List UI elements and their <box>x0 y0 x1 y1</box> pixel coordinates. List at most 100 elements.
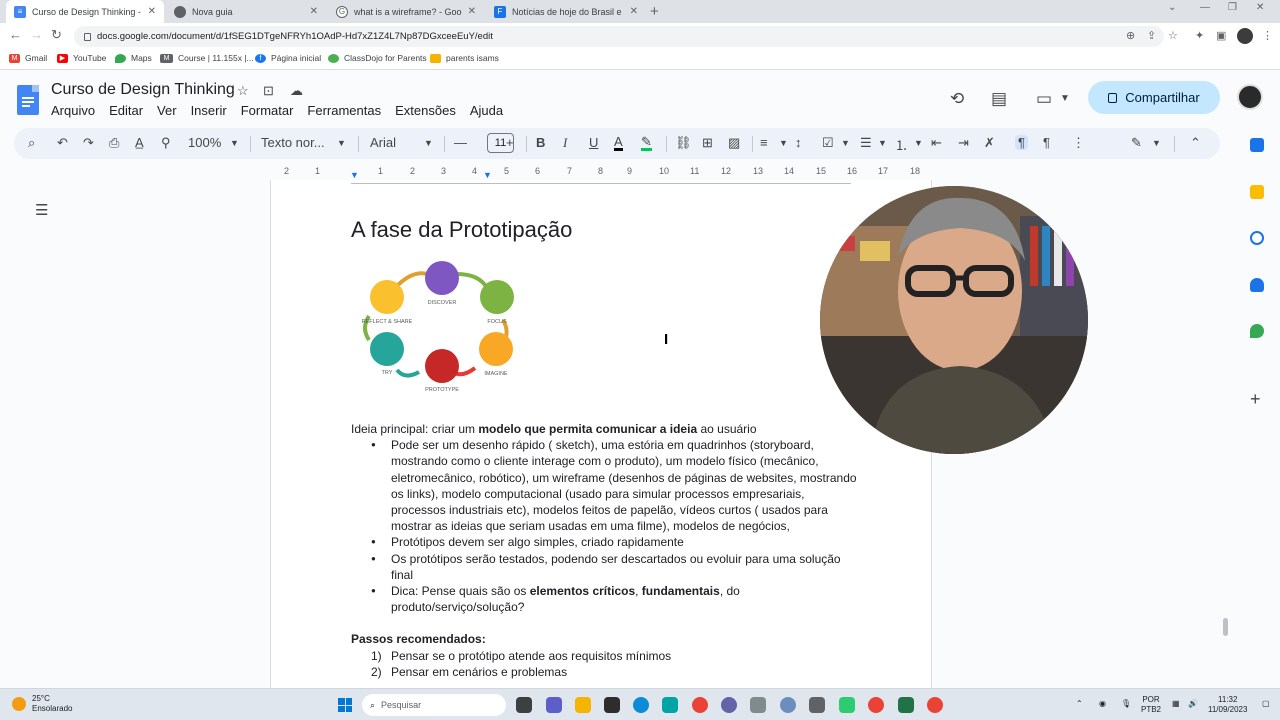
meet-icon[interactable]: ▭ <box>1036 89 1052 109</box>
close-icon[interactable]: ✕ <box>630 6 638 17</box>
document-body[interactable]: Ideia principal: criar um modelo que per… <box>351 421 861 680</box>
chevron-down-icon[interactable]: ▼ <box>914 138 923 148</box>
tasks-icon[interactable] <box>1250 231 1264 245</box>
keep-icon[interactable] <box>1250 185 1264 199</box>
share-button[interactable]: Compartilhar <box>1088 81 1220 114</box>
chrome-icon[interactable] <box>927 697 943 713</box>
weather-widget[interactable]: 25°C Ensolarado <box>12 694 72 714</box>
link-icon[interactable]: ⛓ <box>675 135 692 151</box>
task-view-icon[interactable] <box>516 697 532 713</box>
bulleted-list-icon[interactable]: ☰ <box>860 135 872 151</box>
excel-icon[interactable] <box>898 697 914 713</box>
increase-font-icon[interactable]: + <box>506 135 514 150</box>
design-thinking-cycle-image[interactable]: DISCOVER FOCUS IMAGINE PROTOTYPE TRY REF… <box>357 260 517 395</box>
left-indent-marker[interactable]: ▼ <box>350 170 359 180</box>
calendar-icon[interactable] <box>1250 138 1264 152</box>
zoom-select[interactable]: 100% <box>188 135 221 150</box>
chrome-icon[interactable] <box>692 697 708 713</box>
history-icon[interactable]: ⟲ <box>950 89 964 109</box>
arduino-icon[interactable] <box>662 697 678 713</box>
chevron-down-icon[interactable]: ▼ <box>841 138 850 148</box>
increase-indent-icon[interactable]: ⇥ <box>958 135 969 151</box>
r-icon[interactable] <box>780 697 796 713</box>
account-avatar[interactable] <box>1237 84 1263 110</box>
chevron-down-icon[interactable]: ▼ <box>230 138 239 148</box>
maps-icon[interactable] <box>1250 324 1264 338</box>
teams-chat-icon[interactable] <box>546 697 562 713</box>
volume-icon[interactable]: 🔊 <box>1188 699 1198 709</box>
notifications-icon[interactable]: ▢ <box>1262 699 1270 709</box>
chevron-down-icon[interactable]: ▼ <box>424 138 433 148</box>
restore-icon[interactable]: ❐ <box>1228 2 1237 13</box>
wifi-icon[interactable]: ▦ <box>1172 699 1180 709</box>
reload-icon[interactable]: ↻ <box>51 27 62 43</box>
app-icon[interactable] <box>839 697 855 713</box>
new-tab-icon[interactable]: + <box>650 3 659 20</box>
bookmark-parents-isams[interactable]: parents isams <box>430 53 499 63</box>
menu-ferramentas[interactable]: Ferramentas <box>307 103 381 118</box>
bold-icon[interactable]: B <box>536 135 545 150</box>
microphone-icon[interactable]: 🎙 <box>1121 699 1131 709</box>
horizontal-ruler[interactable]: 2 1 1 2 3 4 5 6 7 8 9 10 11 12 13 14 15 … <box>270 164 932 180</box>
tab-google-search[interactable]: G what is a wireframe? - Google Se ✕ <box>328 0 484 23</box>
menu-ajuda[interactable]: Ajuda <box>470 103 503 118</box>
more-options-icon[interactable]: ⋮ <box>1072 135 1085 151</box>
windows-start-icon[interactable] <box>338 698 352 712</box>
store-icon[interactable] <box>604 697 620 713</box>
chevron-down-icon[interactable]: ▼ <box>878 138 887 148</box>
star-icon[interactable]: ☆ <box>237 83 249 99</box>
close-icon[interactable]: ✕ <box>148 6 156 17</box>
numbered-list-icon[interactable]: ⒈ <box>895 135 908 154</box>
chevron-down-icon[interactable]: ⌄ <box>1168 2 1176 13</box>
taskbar-search[interactable]: ⌕ Pesquisar <box>362 694 506 716</box>
undo-icon[interactable]: ↶ <box>57 135 68 151</box>
sidebar-icon[interactable]: ▣ <box>1216 29 1226 42</box>
add-comment-icon[interactable]: ⊞ <box>702 135 713 151</box>
settings-icon[interactable] <box>721 697 737 713</box>
underline-icon[interactable]: U <box>589 135 598 150</box>
paint-format-icon[interactable]: ⚲ <box>161 135 171 151</box>
comments-icon[interactable]: ▤ <box>991 89 1007 109</box>
text-color-icon[interactable]: A <box>614 135 623 151</box>
url-input[interactable]: docs.google.com/document/d/1fSEG1DTgeNFR… <box>74 26 1164 47</box>
extensions-icon[interactable]: ✦ <box>1195 29 1204 42</box>
hide-menus-icon[interactable]: ⌃ <box>1190 135 1201 151</box>
document-page[interactable]: A fase da Prototipação DISCOVER FOCUS IM… <box>270 180 932 688</box>
tab-news[interactable]: F Notícias de hoje do Brasil e do M ✕ <box>486 0 646 23</box>
right-indent-marker[interactable]: ▼ <box>483 170 492 180</box>
print-icon[interactable]: ⎙ <box>109 135 119 151</box>
menu-inserir[interactable]: Inserir <box>191 103 227 118</box>
menu-ver[interactable]: Ver <box>157 103 177 118</box>
bookmark-classdojo[interactable]: ClassDojo for Parents <box>328 53 427 63</box>
tab-docs[interactable]: ≡ Curso de Design Thinking - Doc ✕ <box>6 0 164 23</box>
decrease-indent-icon[interactable]: ⇤ <box>931 135 942 151</box>
docs-logo-icon[interactable] <box>17 85 39 115</box>
editing-mode-icon[interactable]: ✎ <box>1131 135 1142 151</box>
share-page-icon[interactable]: ⇪ <box>1147 29 1156 42</box>
decrease-font-icon[interactable]: — <box>454 135 467 150</box>
paragraph-style-select[interactable]: Texto nor... <box>261 135 325 150</box>
forward-icon[interactable]: → <box>30 27 43 42</box>
zoom-icon[interactable]: ⊕ <box>1126 29 1135 42</box>
language-indicator[interactable]: POR PTB2 <box>1141 695 1161 715</box>
bookmark-youtube[interactable]: ▶ YouTube <box>57 53 106 63</box>
font-select[interactable]: Arial <box>370 135 396 150</box>
outline-icon[interactable]: ☰ <box>35 201 48 219</box>
network-icon[interactable]: ◉ <box>1099 699 1106 709</box>
back-icon[interactable]: ← <box>9 27 22 42</box>
menu-formatar[interactable]: Formatar <box>241 103 294 118</box>
document-title[interactable]: Curso de Design Thinking <box>51 81 235 99</box>
minimize-icon[interactable]: — <box>1200 2 1210 13</box>
bookmark-maps[interactable]: Maps <box>115 53 152 63</box>
app-icon[interactable] <box>809 697 825 713</box>
menu-editar[interactable]: Editar <box>109 103 143 118</box>
edge-icon[interactable] <box>633 697 649 713</box>
bookmark-course[interactable]: M Course | 11.155x |... <box>160 53 254 63</box>
profile-avatar[interactable] <box>1237 28 1253 44</box>
close-icon[interactable]: ✕ <box>310 6 318 17</box>
menu-arquivo[interactable]: Arquivo <box>51 103 95 118</box>
scrollbar-thumb[interactable] <box>1223 618 1228 636</box>
menu-dots-icon[interactable]: ⋮ <box>1262 29 1273 42</box>
chevron-down-icon[interactable]: ▼ <box>337 138 346 148</box>
redo-icon[interactable]: ↷ <box>83 135 94 151</box>
